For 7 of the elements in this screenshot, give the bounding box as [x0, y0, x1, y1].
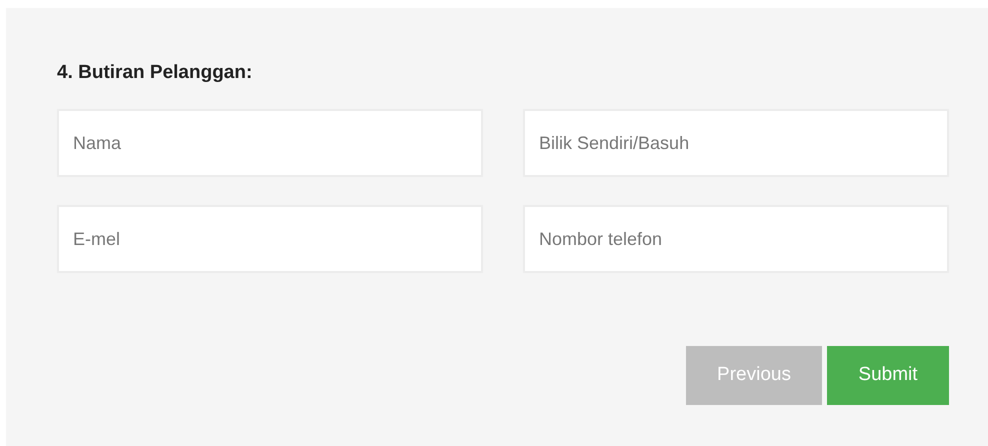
- input-field[interactable]: E-mel: [57, 205, 483, 273]
- input-field[interactable]: Bilik Sendiri/Basuh: [523, 109, 949, 177]
- section-heading: 4. Butiran Pelanggan:: [57, 61, 254, 85]
- input-field[interactable]: Nama: [57, 109, 483, 177]
- input-field[interactable]: Nombor telefon: [523, 205, 949, 273]
- previous-button[interactable]: Previous: [686, 346, 822, 405]
- submit-button[interactable]: Submit: [827, 346, 949, 405]
